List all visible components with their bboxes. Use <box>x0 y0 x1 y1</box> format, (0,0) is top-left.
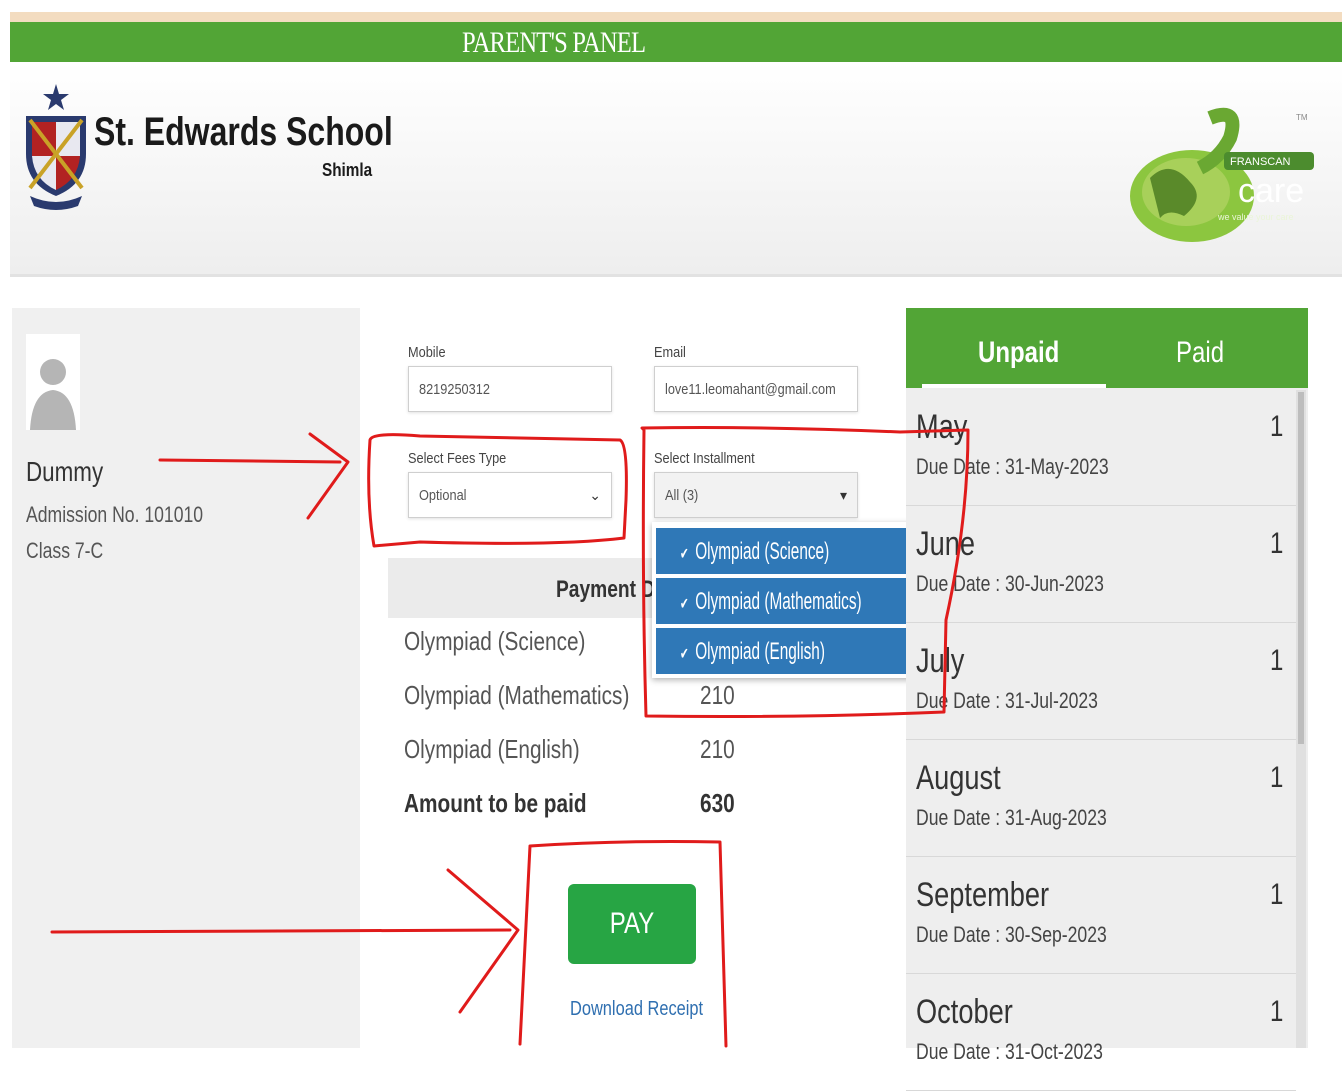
download-receipt-link[interactable]: Download Receipt <box>570 998 703 1021</box>
email-label: Email <box>654 344 686 361</box>
student-name: Dummy <box>26 456 104 487</box>
installment-month: June <box>916 525 975 563</box>
installment-month: October <box>916 993 1013 1031</box>
tab-paid[interactable]: Paid <box>1176 336 1224 370</box>
student-class: Class 7-C <box>26 538 104 563</box>
franscan-care-logo: FRANSCAN care we value your care TM <box>1130 107 1314 242</box>
check-icon: ✔ <box>680 646 689 663</box>
installment-due-date: Due Date : 31-Oct-2023 <box>916 1039 1103 1064</box>
installment-due-date: Due Date : 31-Jul-2023 <box>916 688 1098 713</box>
payment-row-amount: 210 <box>700 680 735 710</box>
payment-row-label: Olympiad (Mathematics) <box>404 680 630 710</box>
mobile-label: Mobile <box>408 344 446 361</box>
list-item[interactable]: September Due Date : 30-Sep-2023 1 <box>906 856 1296 974</box>
school-name: St. Edwards School <box>94 110 393 154</box>
panel-title-bar: PARENT'S PANEL <box>10 22 1342 62</box>
pay-now-button[interactable]: PAY NOW <box>568 884 696 1020</box>
payment-row-label: Olympiad (English) <box>404 734 580 764</box>
fees-type-label: Select Fees Type <box>408 450 507 467</box>
installment-due-date: Due Date : 31-May-2023 <box>916 454 1109 479</box>
fees-type-value: Optional <box>419 487 467 504</box>
tab-unpaid[interactable]: Unpaid <box>978 336 1059 370</box>
option-label: Olympiad (English) <box>695 638 826 665</box>
list-item[interactable]: October Due Date : 31-Oct-2023 1 <box>906 973 1296 1091</box>
installment-select[interactable]: All (3) ▾ <box>654 472 858 518</box>
installment-tabs: Unpaid Paid <box>906 308 1308 388</box>
installment-count: 1 <box>1270 410 1284 443</box>
check-icon: ✔ <box>680 596 689 613</box>
installments-panel: Unpaid Paid May Due Date : 31-May-2023 1… <box>906 308 1308 1091</box>
installment-due-date: Due Date : 30-Sep-2023 <box>916 922 1107 947</box>
installment-count: 1 <box>1270 761 1284 794</box>
admission-number: Admission No. 101010 <box>26 502 204 527</box>
email-input[interactable]: love11.leomahant@gmail.com <box>654 366 858 412</box>
chevron-down-icon: ⌄ <box>589 487 601 503</box>
user-silhouette-icon <box>30 359 76 430</box>
installment-month: May <box>916 408 968 446</box>
check-icon: ✔ <box>680 546 689 563</box>
payment-row-label: Olympiad (Science) <box>404 626 586 656</box>
total-label: Amount to be paid <box>404 788 587 818</box>
payment-row-amount: 210 <box>700 734 735 764</box>
installment-label: Select Installment <box>654 450 755 467</box>
panel-title: PARENT'S PANEL <box>462 26 646 59</box>
school-city: Shimla <box>322 160 373 180</box>
logo-care-text: care <box>1238 172 1304 210</box>
list-item[interactable]: August Due Date : 31-Aug-2023 1 <box>906 739 1296 857</box>
installment-option[interactable]: ✔ Olympiad (Mathematics) <box>656 578 922 624</box>
list-item[interactable]: June Due Date : 30-Jun-2023 1 <box>906 505 1296 623</box>
installment-count: 1 <box>1270 995 1284 1028</box>
installment-count: 1 <box>1270 644 1284 677</box>
installment-due-date: Due Date : 31-Aug-2023 <box>916 805 1107 830</box>
installment-option[interactable]: ✔ Olympiad (English) <box>656 628 922 674</box>
list-item[interactable]: July Due Date : 31-Jul-2023 1 <box>906 622 1296 740</box>
student-sidebar: Dummy Admission No. 101010 Class 7-C <box>12 308 360 1048</box>
mobile-input[interactable]: 8219250312 <box>408 366 612 412</box>
installment-value: All (3) <box>665 487 699 504</box>
avatar <box>26 334 80 430</box>
logo-tm: TM <box>1296 113 1308 122</box>
fees-type-select[interactable]: Optional ⌄ <box>408 472 612 518</box>
installment-month: September <box>916 876 1050 914</box>
logo-tagline: we value your care <box>1217 212 1294 222</box>
top-accent-strip <box>10 12 1342 22</box>
list-item[interactable]: May Due Date : 31-May-2023 1 <box>906 388 1296 506</box>
total-amount: 630 <box>700 788 735 818</box>
installment-dropdown-menu: ✔ Olympiad (Science) ✔ Olympiad (Mathemati… <box>652 522 926 678</box>
school-header: St. Edwards School Shimla FRANSCAN care … <box>10 62 1342 277</box>
option-label: Olympiad (Science) <box>695 538 830 565</box>
option-label: Olympiad (Mathematics) <box>695 588 862 615</box>
caret-down-icon: ▾ <box>839 487 847 503</box>
installment-month: July <box>916 642 965 680</box>
installment-month: August <box>916 759 1001 797</box>
installment-count: 1 <box>1270 878 1284 911</box>
school-crest-icon <box>26 84 86 210</box>
installment-due-date: Due Date : 30-Jun-2023 <box>916 571 1104 596</box>
installment-option[interactable]: ✔ Olympiad (Science) <box>656 528 922 574</box>
installment-count: 1 <box>1270 527 1284 560</box>
email-value: love11.leomahant@gmail.com <box>665 381 836 398</box>
scrollbar-thumb[interactable] <box>1298 392 1304 744</box>
mobile-value: 8219250312 <box>419 381 490 398</box>
logo-brand: FRANSCAN <box>1230 156 1291 168</box>
